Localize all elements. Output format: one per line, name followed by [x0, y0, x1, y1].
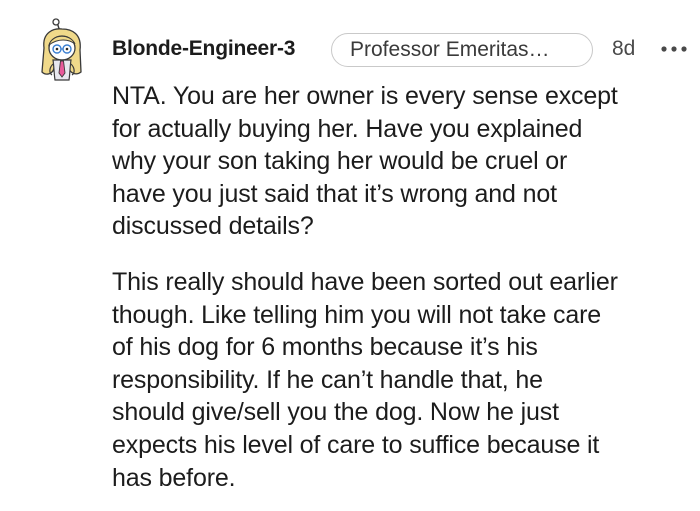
comment-header: Blonde-Engineer-3 Professor Emeritas… 8d [112, 30, 692, 70]
comment-paragraph: NTA. You are her owner is every sense ex… [112, 82, 618, 241]
username-link[interactable]: Blonde-Engineer-3 [112, 37, 295, 61]
more-horizontal-icon [661, 46, 687, 52]
comment-body: NTA. You are her owner is every sense ex… [112, 80, 692, 494]
comment-timestamp: 8d [612, 37, 636, 60]
user-avatar[interactable] [36, 18, 88, 82]
snoo-avatar-icon [41, 18, 82, 81]
comment-paragraph: This really should have been sorted out … [112, 267, 618, 492]
more-options-button[interactable] [657, 32, 691, 66]
comment: Blonde-Engineer-3 Professor Emeritas… 8d… [0, 0, 700, 511]
user-flair: Professor Emeritas… [331, 33, 593, 67]
